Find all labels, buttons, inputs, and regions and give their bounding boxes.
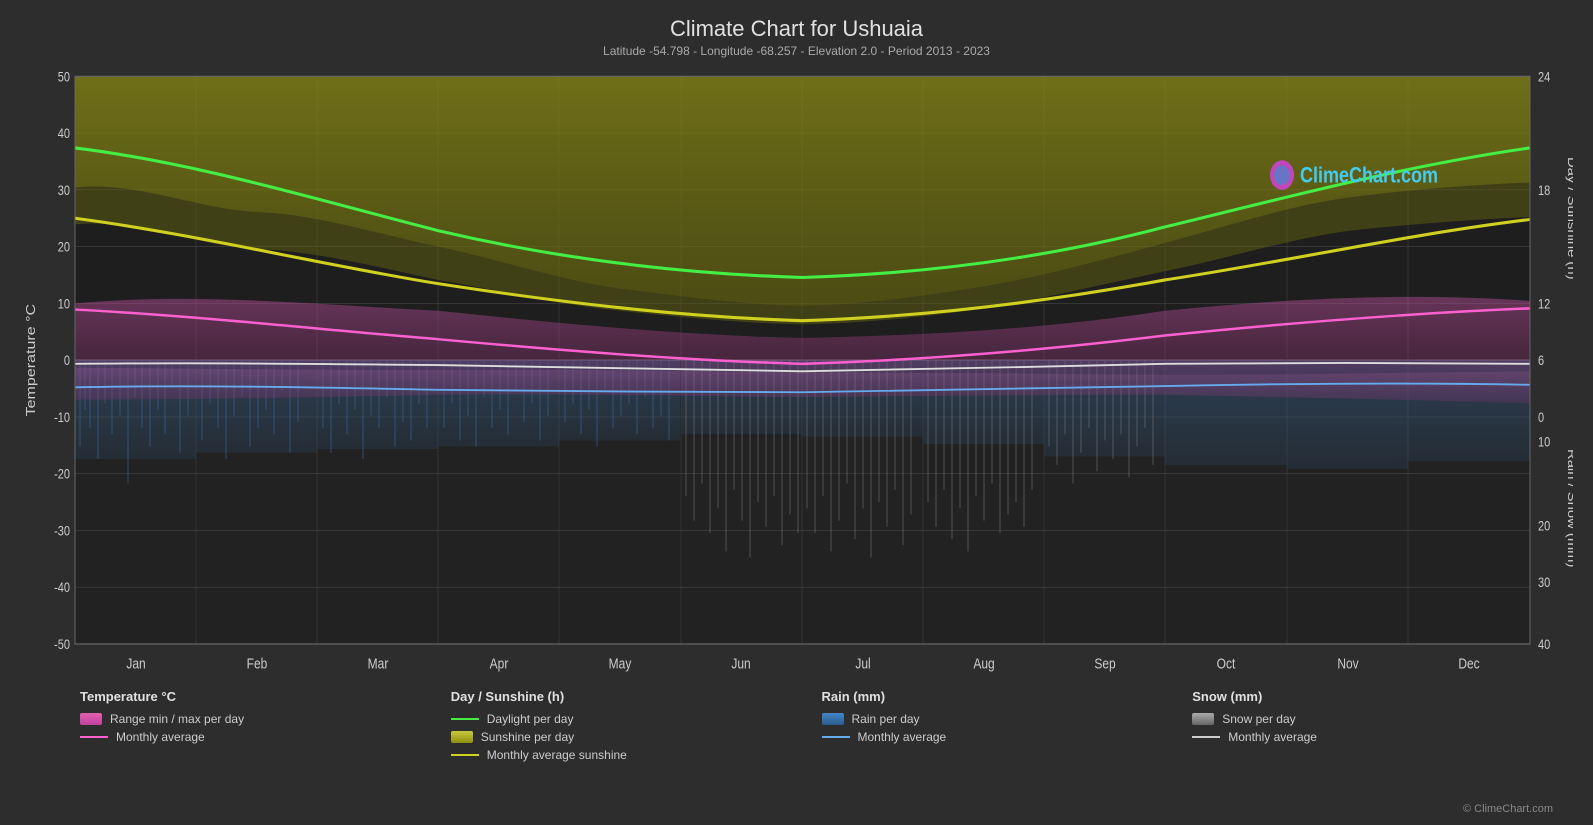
page-wrapper: Climate Chart for Ushuaia Latitude -54.7…	[0, 0, 1593, 825]
snow-label: Snow per day	[1222, 712, 1295, 726]
svg-text:10: 10	[1538, 434, 1550, 449]
svg-text:20: 20	[1538, 518, 1550, 533]
svg-text:-40: -40	[54, 580, 70, 595]
rain-label: Rain per day	[852, 712, 920, 726]
legend-item-rain-bar: Rain per day	[822, 712, 1193, 726]
legend-title-sunshine: Day / Sunshine (h)	[451, 689, 822, 704]
svg-text:40: 40	[58, 126, 70, 141]
svg-text:20: 20	[58, 239, 70, 254]
legend-title-snow: Snow (mm)	[1192, 689, 1563, 704]
legend-item-temp-range: Range min / max per day	[80, 712, 451, 726]
sunshine-avg-line	[451, 754, 479, 756]
snow-swatch	[1192, 713, 1214, 725]
svg-text:Jun: Jun	[731, 655, 750, 671]
svg-text:May: May	[609, 655, 632, 671]
svg-text:18: 18	[1538, 183, 1550, 198]
legend-title-temperature: Temperature °C	[80, 689, 451, 704]
svg-text:Jan: Jan	[126, 655, 145, 671]
sunshine-swatch	[451, 731, 473, 743]
temp-range-label: Range min / max per day	[110, 712, 244, 726]
daylight-label: Daylight per day	[487, 712, 574, 726]
svg-text:0: 0	[1538, 410, 1544, 425]
snow-avg-line	[1192, 736, 1220, 738]
legend-item-snow-bar: Snow per day	[1192, 712, 1563, 726]
legend-col-temperature: Temperature °C Range min / max per day M…	[80, 689, 451, 744]
legend-title-rain: Rain (mm)	[822, 689, 1193, 704]
legend-item-snow-avg: Monthly average	[1192, 730, 1563, 744]
svg-text:Feb: Feb	[247, 655, 268, 671]
legend-item-rain-avg: Monthly average	[822, 730, 1193, 744]
svg-text:-20: -20	[54, 467, 70, 482]
svg-text:Dec: Dec	[1458, 655, 1480, 671]
temp-range-swatch	[80, 713, 102, 725]
daylight-line	[451, 718, 479, 720]
chart-header: Climate Chart for Ushuaia Latitude -54.7…	[20, 10, 1573, 60]
svg-text:Oct: Oct	[1217, 655, 1236, 671]
copyright: © ClimeChart.com	[20, 803, 1573, 815]
svg-text:-50: -50	[54, 637, 70, 652]
legend-col-sunshine: Day / Sunshine (h) Daylight per day Suns…	[451, 689, 822, 762]
temp-avg-label: Monthly average	[116, 730, 205, 744]
svg-text:Rain / Snow (mm): Rain / Snow (mm)	[1565, 449, 1573, 567]
svg-text:Temperature °C: Temperature °C	[24, 304, 38, 416]
legend-area: Temperature °C Range min / max per day M…	[20, 681, 1573, 801]
snow-avg-label: Monthly average	[1228, 730, 1317, 744]
svg-text:Nov: Nov	[1337, 655, 1359, 671]
chart-subtitle: Latitude -54.798 - Longitude -68.257 - E…	[20, 44, 1573, 58]
svg-text:Mar: Mar	[368, 655, 389, 671]
temp-avg-line	[80, 736, 108, 738]
svg-text:ClimeChart.com: ClimeChart.com	[1300, 164, 1438, 188]
rain-swatch	[822, 713, 844, 725]
svg-text:Jul: Jul	[855, 655, 870, 671]
chart-area: 50 40 30 20 10 0 -10 -20 -30 -40 -50 Tem…	[20, 64, 1573, 681]
svg-text:-30: -30	[54, 523, 70, 538]
svg-text:10: 10	[58, 296, 70, 311]
svg-text:-10: -10	[54, 410, 70, 425]
svg-text:6: 6	[1538, 353, 1544, 368]
legend-item-sunshine-bar: Sunshine per day	[451, 730, 822, 744]
chart-svg-wrapper: 50 40 30 20 10 0 -10 -20 -30 -40 -50 Tem…	[20, 64, 1573, 681]
svg-text:0: 0	[64, 353, 70, 368]
sunshine-avg-label: Monthly average sunshine	[487, 748, 627, 762]
svg-text:30: 30	[58, 183, 70, 198]
sunshine-label: Sunshine per day	[481, 730, 574, 744]
svg-text:40: 40	[1538, 637, 1550, 652]
svg-text:Sep: Sep	[1094, 655, 1115, 671]
rain-avg-label: Monthly average	[858, 730, 947, 744]
svg-text:Apr: Apr	[490, 655, 509, 671]
legend-col-rain: Rain (mm) Rain per day Monthly average	[822, 689, 1193, 744]
svg-text:30: 30	[1538, 575, 1550, 590]
legend-item-temp-avg: Monthly average	[80, 730, 451, 744]
legend-col-snow: Snow (mm) Snow per day Monthly average	[1192, 689, 1563, 744]
legend-item-sunshine-avg: Monthly average sunshine	[451, 748, 822, 762]
svg-text:50: 50	[58, 69, 70, 84]
legend-item-daylight: Daylight per day	[451, 712, 822, 726]
svg-text:24: 24	[1538, 69, 1550, 84]
rain-avg-line	[822, 736, 850, 738]
svg-text:12: 12	[1538, 296, 1550, 311]
chart-title: Climate Chart for Ushuaia	[20, 16, 1573, 42]
svg-text:Day / Sunshine (h): Day / Sunshine (h)	[1565, 157, 1573, 280]
svg-text:Aug: Aug	[973, 655, 994, 671]
